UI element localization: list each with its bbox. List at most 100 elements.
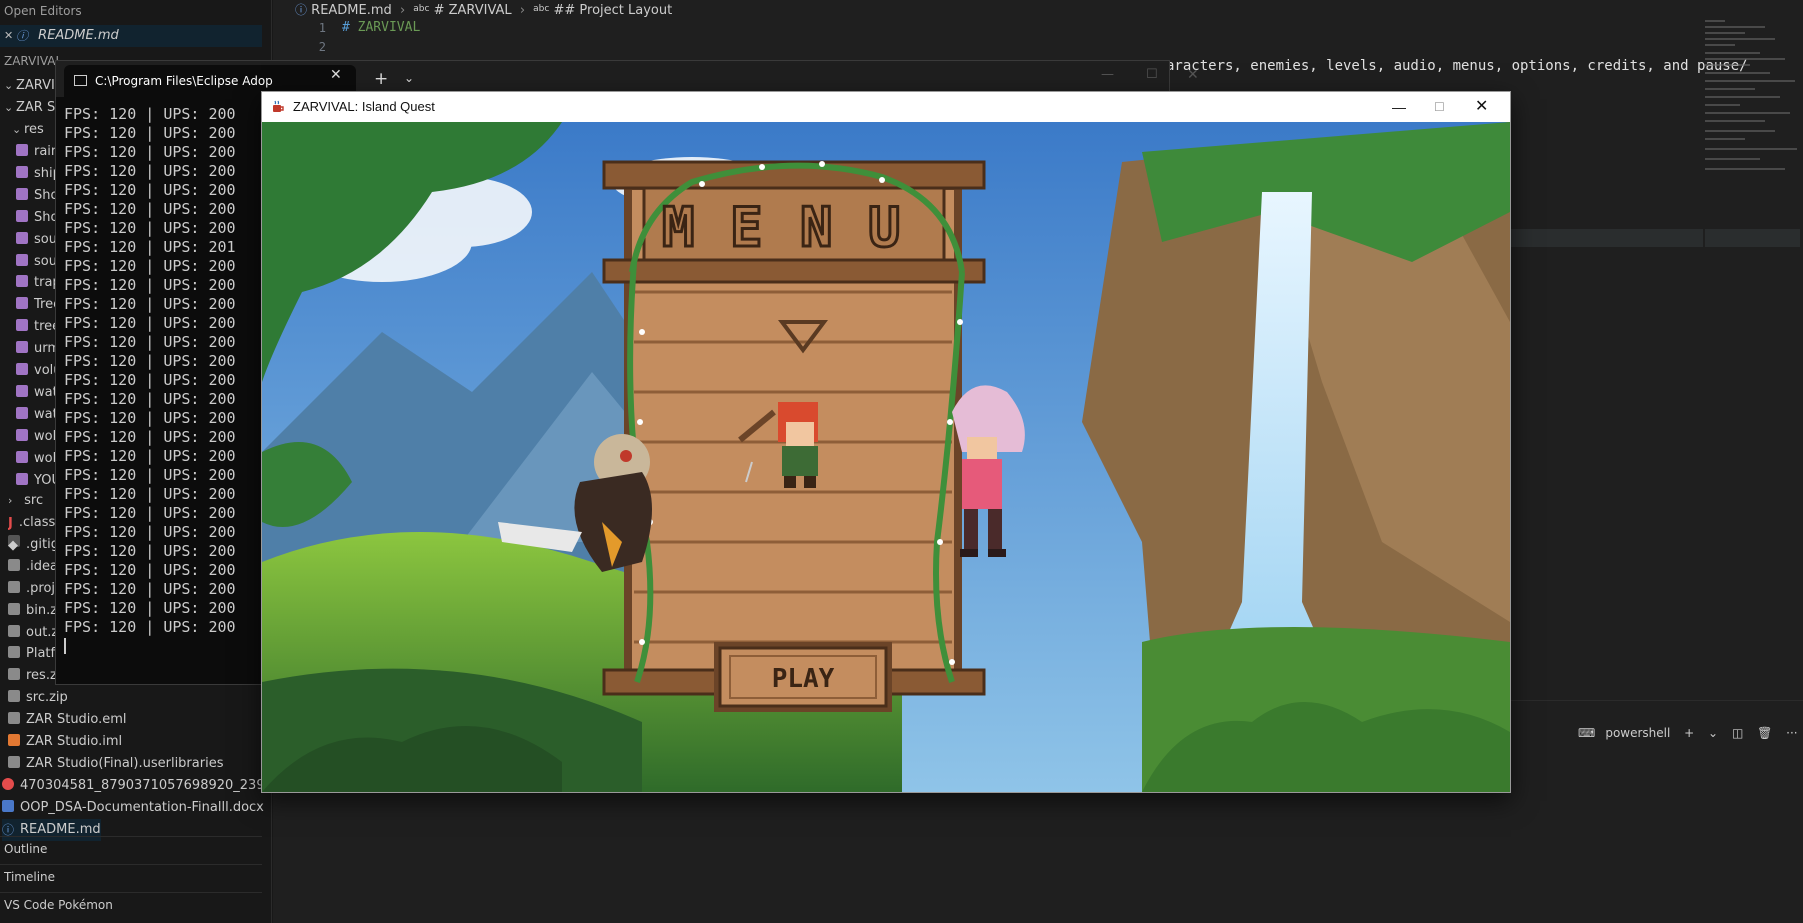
menu-letter: M [662, 196, 695, 259]
console-line: FPS: 120 | UPS: 200 [64, 485, 236, 503]
maximize-icon[interactable]: ☐ [1434, 92, 1445, 122]
chevron-down-icon[interactable]: ⌄ [1708, 726, 1718, 740]
res-file-item[interactable]: Sho [16, 207, 58, 229]
breadcrumb-file[interactable]: README.md [311, 3, 392, 18]
file-item[interactable]: ZAR Studio.iml [8, 731, 122, 753]
new-tab-icon[interactable]: + [374, 69, 388, 89]
folder-src[interactable]: › src [8, 490, 43, 512]
image-file-icon [16, 472, 28, 485]
file-icon [8, 668, 20, 681]
trash-icon[interactable]: 🗑 [1757, 726, 1772, 740]
console-line: FPS: 120 | UPS: 200 [64, 105, 236, 123]
file-item[interactable]: res.zi [8, 665, 60, 687]
image-file-icon [16, 231, 28, 244]
game-canvas[interactable]: M E N U PLAY [262, 122, 1510, 792]
console-line: FPS: 120 | UPS: 200 [64, 295, 236, 313]
terminal-toolbar: ⌨powershell + ⌄ ◫ 🗑 ··· ⛶ [1578, 724, 1803, 742]
console-line: FPS: 120 | UPS: 200 [64, 124, 236, 142]
chevron-right-icon: › [519, 3, 526, 18]
line-number: 1 [318, 21, 326, 35]
console-line: FPS: 120 | UPS: 200 [64, 276, 236, 294]
new-terminal-icon[interactable]: + [1684, 726, 1694, 740]
chevron-down-icon: ⌄ [4, 101, 14, 114]
menu-letter: U [868, 196, 901, 259]
image-file-icon [16, 209, 28, 222]
res-file-item[interactable]: sou [16, 229, 57, 251]
outline-section[interactable]: Outline [4, 838, 47, 860]
console-line: FPS: 120 | UPS: 200 [64, 219, 236, 237]
chevron-down-icon[interactable]: ⌄ [404, 71, 414, 85]
console-line: FPS: 120 | UPS: 200 [64, 181, 236, 199]
code-line-text[interactable]: aracters, enemies, levels, audio, menus,… [1166, 58, 1748, 74]
code-line-heading[interactable]: # ZARVIVAL [342, 20, 420, 35]
game-title: ZARVIVAL: Island Quest [293, 99, 435, 114]
res-file-item[interactable]: rain [16, 141, 59, 163]
play-button[interactable]: PLAY [714, 642, 892, 712]
console-line: FPS: 120 | UPS: 200 [64, 580, 236, 598]
info-icon: ⓘ [295, 3, 308, 17]
java-cup-icon [273, 100, 284, 112]
res-file-item[interactable]: trap [16, 272, 61, 294]
res-file-item[interactable]: urm [16, 338, 60, 360]
console-line: FPS: 120 | UPS: 200 [64, 314, 236, 332]
terminal-icon [74, 75, 87, 86]
res-file-item[interactable]: tree [16, 316, 60, 338]
play-button-label: PLAY [772, 664, 835, 694]
file-item[interactable]: bin.zi [8, 600, 61, 622]
console-line: FPS: 120 | UPS: 200 [64, 447, 236, 465]
timeline-section[interactable]: Timeline [4, 866, 55, 888]
console-line: FPS: 120 | UPS: 200 [64, 618, 236, 636]
image-file-icon [16, 406, 28, 419]
minimap[interactable] [1705, 18, 1800, 188]
console-line: FPS: 120 | UPS: 201 [64, 238, 236, 256]
folder-title-1[interactable]: ZARVIVAL [4, 50, 62, 72]
file-item[interactable]: J .class [8, 512, 55, 534]
res-file-item[interactable]: sou [16, 251, 57, 273]
split-terminal-icon[interactable]: ◫ [1732, 726, 1743, 740]
current-line-highlight [1508, 229, 1703, 247]
close-icon[interactable]: ✕ [4, 25, 16, 47]
breadcrumb: ⓘ README.md › abc # ZARVIVAL › abc ## Pr… [295, 3, 673, 18]
maximize-icon[interactable]: ☐ [1146, 67, 1158, 82]
minimize-icon[interactable]: — [1101, 67, 1114, 82]
game-titlebar[interactable]: ZARVIVAL: Island Quest — ☐ ✕ [262, 92, 1510, 122]
open-editor-readme-label[interactable]: ✕ ⓘ README.md [4, 25, 119, 47]
console-line: FPS: 120 | UPS: 200 [64, 523, 236, 541]
close-icon[interactable]: ✕ [1187, 67, 1199, 83]
image-file-icon [16, 297, 28, 310]
console-line: FPS: 120 | UPS: 200 [64, 561, 236, 579]
file-item[interactable]: ZAR Studio.eml [8, 709, 127, 731]
java-file-icon: J [8, 516, 13, 531]
rss-icon [8, 734, 20, 746]
close-icon[interactable]: ✕ [1475, 92, 1488, 122]
minimap-slider[interactable] [1705, 229, 1800, 247]
pokemon-section[interactable]: VS Code Pokémon [4, 894, 113, 916]
file-item[interactable]: out.zi [8, 622, 62, 644]
file-icon [8, 755, 20, 768]
terminal-shell-label[interactable]: powershell [1605, 726, 1670, 740]
image-file-icon [16, 341, 28, 354]
image-file-icon [16, 450, 28, 463]
file-icon [8, 646, 20, 659]
file-item[interactable]: ZAR Studio(Final).userlibraries [8, 753, 223, 775]
file-icon [8, 580, 20, 593]
console-line: FPS: 120 | UPS: 200 [64, 409, 236, 427]
minimize-icon[interactable]: — [1392, 92, 1406, 122]
res-file-item[interactable]: Sho [16, 185, 58, 207]
file-item[interactable]: .idea. [8, 556, 62, 578]
image-file-icon [16, 428, 28, 441]
file-item[interactable]: OOP_DSA-Documentation-Finalll.docx [2, 797, 264, 819]
console-output[interactable]: FPS: 120 | UPS: 200 FPS: 120 | UPS: 200 FP… [64, 105, 236, 656]
chevron-right-icon: › [399, 3, 406, 18]
folder-res[interactable]: ⌄ res [12, 119, 44, 141]
more-icon[interactable]: ··· [1786, 726, 1797, 740]
folder-zar-studio[interactable]: ⌄ ZAR St [4, 97, 60, 119]
breadcrumb-heading-2[interactable]: ## Project Layout [554, 3, 673, 18]
file-item[interactable]: Platf [8, 643, 55, 665]
file-item[interactable]: ◆ .gitig [8, 534, 59, 556]
file-item[interactable]: src.zip [8, 687, 68, 709]
close-icon[interactable]: ✕ [330, 67, 342, 83]
game-window: ZARVIVAL: Island Quest — ☐ ✕ M E N U PLA… [261, 91, 1511, 793]
open-editors-title[interactable]: Open Editors [4, 4, 82, 18]
breadcrumb-heading-1[interactable]: # ZARVIVAL [434, 3, 512, 18]
